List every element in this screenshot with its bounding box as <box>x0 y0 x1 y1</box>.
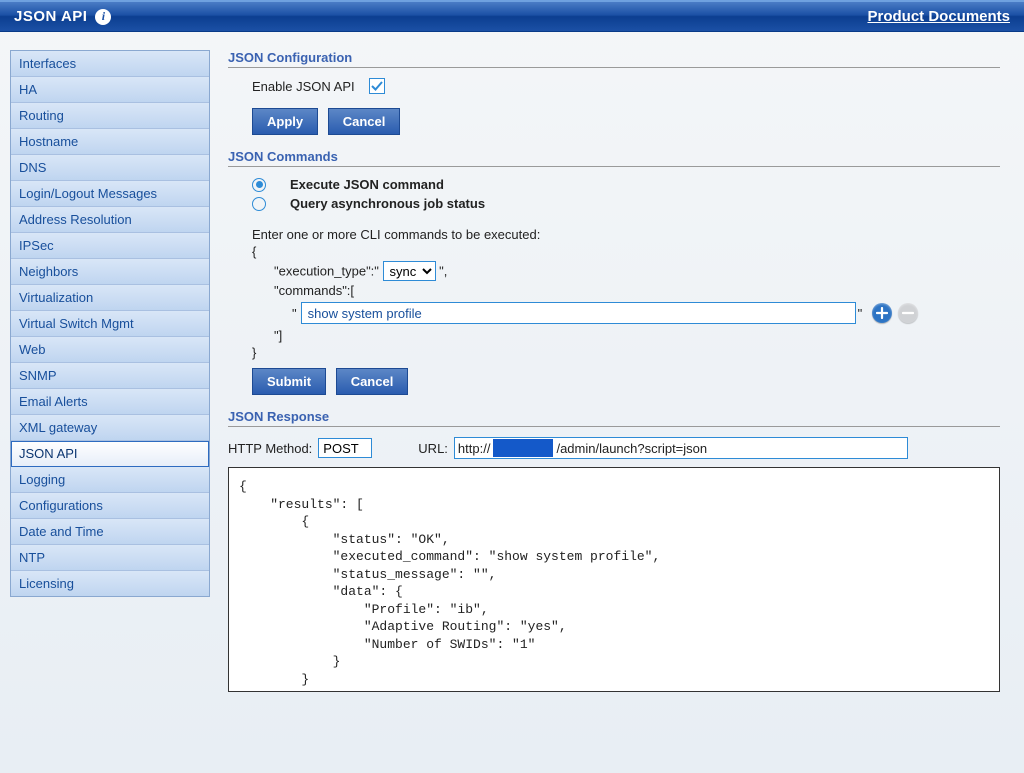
radio-dot-icon <box>256 181 263 188</box>
radio-execute-row: Execute JSON command <box>228 177 1000 192</box>
sidebar-item-neighbors[interactable]: Neighbors <box>11 259 209 285</box>
response-body[interactable]: { "results": [ { "status": "OK", "execut… <box>228 467 1000 692</box>
sidebar-item-web[interactable]: Web <box>11 337 209 363</box>
sidebar-item-login-logout-messages[interactable]: Login/Logout Messages <box>11 181 209 207</box>
exec-type-post: ", <box>436 264 448 279</box>
url-redacted <box>493 439 553 457</box>
content: JSON Configuration Enable JSON API Apply… <box>210 50 1014 692</box>
product-documents-link[interactable]: Product Documents <box>867 8 1010 25</box>
url-field[interactable]: http:// /admin/launch?script=json <box>454 437 908 459</box>
sidebar-item-virtualization[interactable]: Virtualization <box>11 285 209 311</box>
cancel-command-button[interactable]: Cancel <box>336 368 409 395</box>
minus-icon <box>902 307 914 319</box>
info-icon[interactable]: i <box>95 9 111 25</box>
config-buttons: Apply Cancel <box>228 108 1000 135</box>
command-input-row: " " <box>252 302 1000 324</box>
brace-open: { <box>252 244 1000 259</box>
json-commands-heading: JSON Commands <box>228 149 1000 167</box>
url-suffix: /admin/launch?script=json <box>553 441 710 456</box>
plus-icon <box>876 307 888 319</box>
sidebar-item-date-and-time[interactable]: Date and Time <box>11 519 209 545</box>
sidebar-item-address-resolution[interactable]: Address Resolution <box>11 207 209 233</box>
quote-right: " <box>856 306 873 321</box>
command-block: Enter one or more CLI commands to be exe… <box>228 227 1000 360</box>
sidebar-item-ipsec[interactable]: IPSec <box>11 233 209 259</box>
enable-json-api-checkbox[interactable] <box>369 78 385 94</box>
sidebar-item-interfaces[interactable]: Interfaces <box>11 51 209 77</box>
remove-command-button <box>898 303 918 323</box>
radio-query-label: Query asynchronous job status <box>290 196 485 211</box>
radio-query-row: Query asynchronous job status <box>228 196 1000 211</box>
add-command-button[interactable] <box>872 303 892 323</box>
http-method-label: HTTP Method: <box>228 441 312 456</box>
http-method-field[interactable] <box>318 438 372 458</box>
sidebar-item-json-api[interactable]: JSON API <box>11 441 209 467</box>
sidebar-item-ntp[interactable]: NTP <box>11 545 209 571</box>
sidebar-item-hostname[interactable]: Hostname <box>11 129 209 155</box>
sidebar-item-logging[interactable]: Logging <box>11 467 209 493</box>
command-input[interactable] <box>301 302 856 324</box>
enable-json-api-label: Enable JSON API <box>252 79 355 94</box>
radio-query[interactable] <box>252 197 266 211</box>
check-icon <box>371 80 383 92</box>
sidebar-item-xml-gateway[interactable]: XML gateway <box>11 415 209 441</box>
sidebar-item-licensing[interactable]: Licensing <box>11 571 209 596</box>
apply-button[interactable]: Apply <box>252 108 318 135</box>
radio-execute[interactable] <box>252 178 266 192</box>
sidebar-item-ha[interactable]: HA <box>11 77 209 103</box>
commands-key-line: "commands":[ <box>252 283 1000 298</box>
page-title: JSON API <box>14 8 87 25</box>
sidebar-item-dns[interactable]: DNS <box>11 155 209 181</box>
command-buttons: Submit Cancel <box>228 368 1000 395</box>
quote-left: " <box>252 306 301 321</box>
sidebar-item-email-alerts[interactable]: Email Alerts <box>11 389 209 415</box>
exec-type-pre: "execution_type":" <box>274 264 383 279</box>
radio-execute-label: Execute JSON command <box>290 177 444 192</box>
topbar: JSON API i Product Documents <box>0 0 1024 32</box>
url-prefix: http:// <box>455 441 494 456</box>
sidebar-item-routing[interactable]: Routing <box>11 103 209 129</box>
url-label: URL: <box>418 441 448 456</box>
response-meta-row: HTTP Method: URL: http:// /admin/launch?… <box>228 437 1000 459</box>
execution-type-line: "execution_type":" sync ", <box>252 261 1000 281</box>
sidebar: InterfacesHARoutingHostnameDNSLogin/Logo… <box>10 50 210 597</box>
brace-close: } <box>252 345 1000 360</box>
close-array: "] <box>252 328 1000 343</box>
execution-type-select[interactable]: sync <box>383 261 436 281</box>
command-prompt: Enter one or more CLI commands to be exe… <box>252 227 1000 242</box>
json-configuration-heading: JSON Configuration <box>228 50 1000 68</box>
cancel-config-button[interactable]: Cancel <box>328 108 401 135</box>
sidebar-item-virtual-switch-mgmt[interactable]: Virtual Switch Mgmt <box>11 311 209 337</box>
submit-button[interactable]: Submit <box>252 368 326 395</box>
json-response-heading: JSON Response <box>228 409 1000 427</box>
sidebar-item-configurations[interactable]: Configurations <box>11 493 209 519</box>
sidebar-item-snmp[interactable]: SNMP <box>11 363 209 389</box>
enable-json-api-row: Enable JSON API <box>228 78 1000 94</box>
